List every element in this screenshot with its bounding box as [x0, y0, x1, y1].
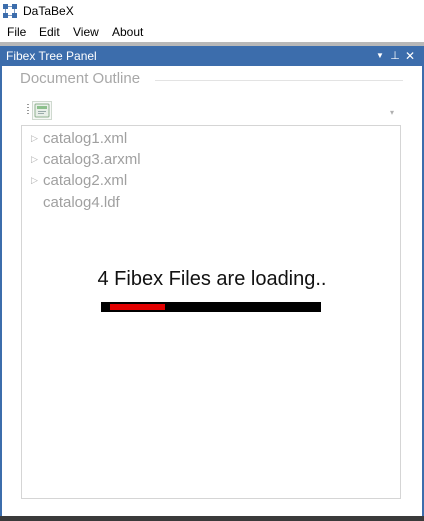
tree-item-catalog2[interactable]: catalog2.xml: [43, 172, 127, 189]
panel-dropdown-icon[interactable]: ▼: [373, 48, 387, 64]
menu-about[interactable]: About: [112, 25, 143, 39]
app-network-icon: [3, 4, 17, 18]
menu-edit[interactable]: Edit: [39, 25, 60, 39]
panel-close-icon[interactable]: ✕: [403, 48, 417, 64]
expander-icon[interactable]: ▷: [31, 154, 38, 165]
tree-item-catalog3[interactable]: catalog3.arxml: [43, 151, 141, 168]
panel-title: Fibex Tree Panel: [6, 49, 97, 63]
tree-view-button[interactable]: [32, 101, 52, 120]
expander-icon[interactable]: ▷: [31, 175, 38, 186]
tree-view-icon: [34, 103, 50, 118]
panel-pin-icon[interactable]: ⊥: [388, 48, 402, 64]
expander-icon[interactable]: ▷: [31, 133, 38, 144]
tree-item-catalog1[interactable]: catalog1.xml: [43, 130, 127, 147]
loading-message: 4 Fibex Files are loading..: [97, 268, 327, 290]
menu-bar: File Edit View About: [0, 22, 424, 42]
group-box-line: [155, 80, 403, 81]
bottom-border: [0, 516, 424, 521]
menu-file[interactable]: File: [7, 25, 26, 39]
toolbar-overflow-icon[interactable]: ▾: [387, 108, 397, 118]
menu-view[interactable]: View: [73, 25, 99, 39]
title-bar: DaTaBeX: [0, 0, 424, 22]
progress-fill: [110, 304, 165, 310]
document-outline-label: Document Outline: [20, 70, 141, 87]
toolbar-grip[interactable]: [27, 104, 29, 116]
panel-header: Fibex Tree Panel ▼ ⊥ ✕: [0, 46, 424, 66]
loading-progress-bar: [101, 302, 321, 312]
app-title: DaTaBeX: [23, 4, 74, 18]
tree-item-catalog4[interactable]: catalog4.ldf: [43, 194, 120, 211]
